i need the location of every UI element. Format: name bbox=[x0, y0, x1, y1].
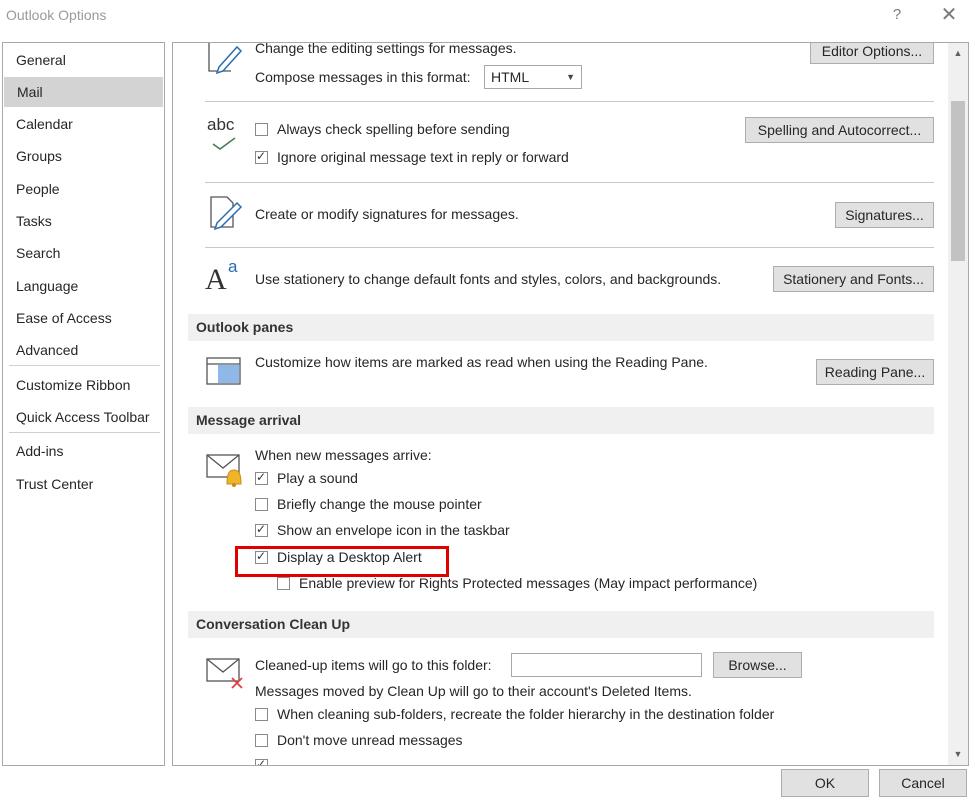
edit-document-icon bbox=[208, 43, 243, 75]
ok-button[interactable]: OK bbox=[781, 769, 869, 797]
nav-item-language[interactable]: Language bbox=[3, 271, 164, 301]
stationery-a-icon: A bbox=[205, 263, 227, 296]
rights-preview-checkbox[interactable] bbox=[277, 577, 290, 590]
compose-format-select[interactable]: HTML ▼ bbox=[484, 65, 582, 89]
message-arrival-header: Message arrival bbox=[188, 407, 934, 434]
nav-item-tasks[interactable]: Tasks bbox=[3, 206, 164, 236]
scroll-up-arrow-icon[interactable]: ▲ bbox=[948, 43, 968, 63]
window-title: Outlook Options bbox=[6, 7, 107, 23]
signatures-description: Create or modify signatures for messages… bbox=[255, 206, 519, 222]
nav-item-advanced[interactable]: Advanced bbox=[3, 335, 164, 365]
nav-divider bbox=[9, 432, 160, 433]
editor-options-button[interactable]: Editor Options... bbox=[810, 43, 934, 64]
signatures-button[interactable]: Signatures... bbox=[835, 202, 934, 228]
browse-button[interactable]: Browse... bbox=[713, 652, 802, 678]
envelope-icon-label: Show an envelope icon in the taskbar bbox=[277, 522, 510, 538]
compose-format-value: HTML bbox=[491, 69, 530, 85]
envelope-bell-icon bbox=[206, 454, 242, 487]
content-scrollbar[interactable]: ▲ ▼ bbox=[948, 43, 968, 765]
nav-item-general[interactable]: General bbox=[3, 45, 164, 75]
reading-pane-button[interactable]: Reading Pane... bbox=[816, 359, 934, 385]
help-button[interactable]: ? bbox=[886, 4, 908, 26]
change-pointer-checkbox[interactable] bbox=[255, 498, 268, 511]
spelling-autocorrect-button[interactable]: Spelling and Autocorrect... bbox=[745, 117, 934, 143]
envelope-icon-checkbox[interactable] bbox=[255, 522, 268, 537]
stationery-superscript-icon: a bbox=[228, 257, 238, 276]
ignore-original-text-label: Ignore original message text in reply or… bbox=[277, 149, 569, 165]
compose-format-label: Compose messages in this format: bbox=[255, 69, 471, 85]
dont-move-unread-checkbox[interactable] bbox=[255, 734, 268, 747]
section-divider bbox=[205, 182, 934, 183]
stationery-fonts-button[interactable]: Stationery and Fonts... bbox=[773, 266, 934, 292]
compose-description: Change the editing settings for messages… bbox=[255, 42, 517, 56]
stationery-description: Use stationery to change default fonts a… bbox=[255, 271, 722, 287]
mail-options-pane: Change the editing settings for messages… bbox=[172, 42, 969, 766]
recreate-hierarchy-checkbox[interactable] bbox=[255, 708, 268, 721]
spelling-check-icon bbox=[212, 137, 236, 150]
nav-item-mail[interactable]: Mail bbox=[4, 77, 163, 107]
nav-item-customize-ribbon[interactable]: Customize Ribbon bbox=[3, 370, 164, 400]
ignore-original-text-checkbox[interactable] bbox=[255, 149, 268, 164]
nav-item-add-ins[interactable]: Add-ins bbox=[3, 436, 164, 466]
nav-item-quick-access-toolbar[interactable]: Quick Access Toolbar bbox=[3, 402, 164, 432]
section-divider bbox=[205, 247, 934, 248]
dont-move-unread-label: Don't move unread messages bbox=[277, 732, 463, 748]
cleanup-moved-text: Messages moved by Clean Up will go to th… bbox=[255, 683, 692, 699]
cleanup-envelope-icon bbox=[206, 658, 243, 689]
rights-preview-label: Enable preview for Rights Protected mess… bbox=[299, 575, 758, 591]
nav-item-people[interactable]: People bbox=[3, 174, 164, 204]
scroll-thumb[interactable] bbox=[951, 101, 965, 261]
change-pointer-label: Briefly change the mouse pointer bbox=[277, 496, 482, 512]
close-button[interactable]: ✕ bbox=[936, 4, 962, 26]
nav-item-ease-of-access[interactable]: Ease of Access bbox=[3, 303, 164, 333]
cleanup-folder-input[interactable] bbox=[511, 653, 702, 677]
play-sound-checkbox[interactable] bbox=[255, 470, 268, 485]
signature-icon bbox=[210, 196, 243, 231]
recreate-hierarchy-label: When cleaning sub-folders, recreate the … bbox=[277, 706, 775, 722]
nav-divider bbox=[9, 365, 160, 366]
nav-item-groups[interactable]: Groups bbox=[3, 141, 164, 171]
chevron-down-icon: ▼ bbox=[566, 72, 575, 82]
message-arrival-intro: When new messages arrive: bbox=[255, 447, 432, 463]
always-check-spelling-label: Always check spelling before sending bbox=[277, 121, 510, 137]
scroll-down-arrow-icon[interactable]: ▼ bbox=[948, 744, 968, 764]
always-check-spelling-checkbox[interactable] bbox=[255, 123, 268, 136]
nav-item-calendar[interactable]: Calendar bbox=[3, 109, 164, 139]
desktop-alert-checkbox[interactable] bbox=[255, 549, 268, 564]
desktop-alert-label: Display a Desktop Alert bbox=[277, 549, 422, 565]
nav-item-trust-center[interactable]: Trust Center bbox=[3, 469, 164, 499]
play-sound-label: Play a sound bbox=[277, 470, 358, 486]
category-nav: General Mail Calendar Groups People Task… bbox=[2, 42, 165, 766]
spelling-abc-icon: abc bbox=[207, 115, 235, 134]
reading-pane-icon bbox=[206, 357, 241, 385]
section-divider bbox=[205, 101, 934, 102]
cancel-button[interactable]: Cancel bbox=[879, 769, 967, 797]
outlook-panes-header: Outlook panes bbox=[188, 314, 934, 341]
cleanup-option-checkbox[interactable] bbox=[255, 757, 268, 765]
nav-item-search[interactable]: Search bbox=[3, 238, 164, 268]
cleanup-folder-label: Cleaned-up items will go to this folder: bbox=[255, 657, 492, 673]
cleanup-header: Conversation Clean Up bbox=[188, 611, 934, 638]
reading-pane-description: Customize how items are marked as read w… bbox=[255, 354, 708, 370]
